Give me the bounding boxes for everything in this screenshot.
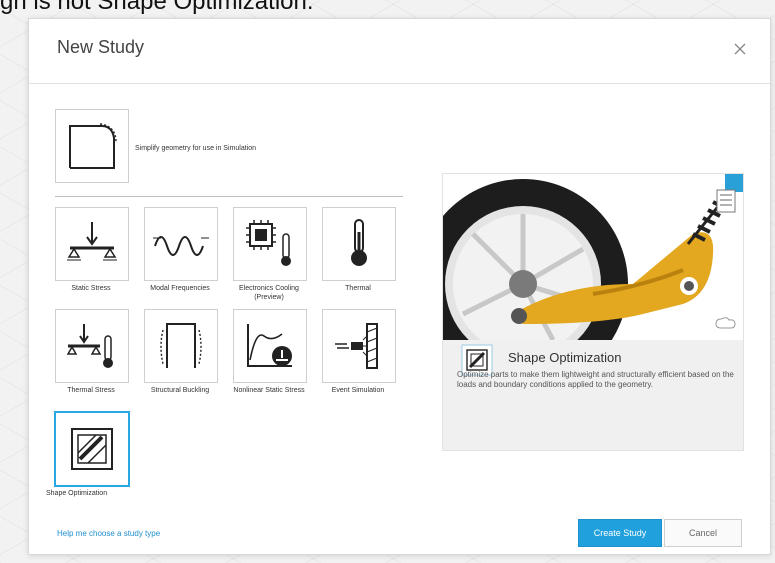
tile-label: Structural Buckling	[150, 387, 210, 394]
event-simulation-icon	[335, 323, 378, 369]
simplify-label: Simplify geometry for use in Simulation	[135, 145, 256, 152]
preview-title: Shape Optimization	[508, 350, 622, 365]
simplify-icon	[69, 123, 117, 169]
shape-optimization-icon	[71, 428, 113, 470]
static-stress-icon	[67, 222, 117, 261]
preview-description: Optimize parts to make them lightweight …	[457, 370, 734, 389]
tile-label: Thermal Stress	[67, 387, 115, 394]
tile-shape-optimization[interactable]	[54, 411, 130, 487]
modal-frequencies-icon	[153, 236, 209, 256]
structural-buckling-icon	[160, 323, 202, 368]
study-preview-panel: Shape Optimization Optimize parts to mak…	[442, 173, 744, 451]
tile-label: Static Stress	[71, 285, 111, 292]
tile-label: Thermal	[345, 285, 371, 292]
thermal-icon	[351, 219, 367, 266]
cancel-button[interactable]: Cancel	[664, 519, 742, 547]
tile-static-stress[interactable]	[55, 207, 129, 281]
tile-modal-frequencies[interactable]	[144, 207, 218, 281]
suspension-arm-render	[443, 174, 743, 340]
tile-event-simulation[interactable]	[322, 309, 396, 383]
tile-label: Nonlinear Static Stress	[233, 387, 305, 394]
tile-structural-buckling[interactable]	[144, 309, 218, 383]
thermal-stress-icon	[66, 324, 113, 368]
create-study-button[interactable]: Create Study	[578, 519, 662, 547]
background-caption: gn is not Shape Optimization.	[0, 0, 314, 15]
tile-label: Shape Optimization	[46, 490, 108, 497]
simplify-button[interactable]	[55, 109, 129, 183]
nonlinear-static-stress-icon	[247, 324, 292, 367]
electronics-cooling-icon	[246, 220, 291, 266]
help-link[interactable]: Help me choose a study type	[57, 529, 160, 538]
tile-nonlinear-static-stress[interactable]	[233, 309, 307, 383]
tile-electronics-cooling[interactable]	[233, 207, 307, 281]
dialog-title: New Study	[57, 37, 145, 57]
divider	[55, 196, 403, 197]
tile-label: Electronics Cooling (Preview)	[239, 285, 299, 301]
dialog-header: New Study	[29, 19, 770, 84]
tile-thermal-stress[interactable]	[55, 309, 129, 383]
tile-label: Event Simulation	[331, 387, 385, 394]
close-icon[interactable]	[730, 39, 750, 59]
tile-label: Modal Frequencies	[150, 285, 210, 292]
tile-thermal[interactable]	[322, 207, 396, 281]
new-study-dialog: New Study Simplify geometry for use in S…	[28, 18, 771, 555]
